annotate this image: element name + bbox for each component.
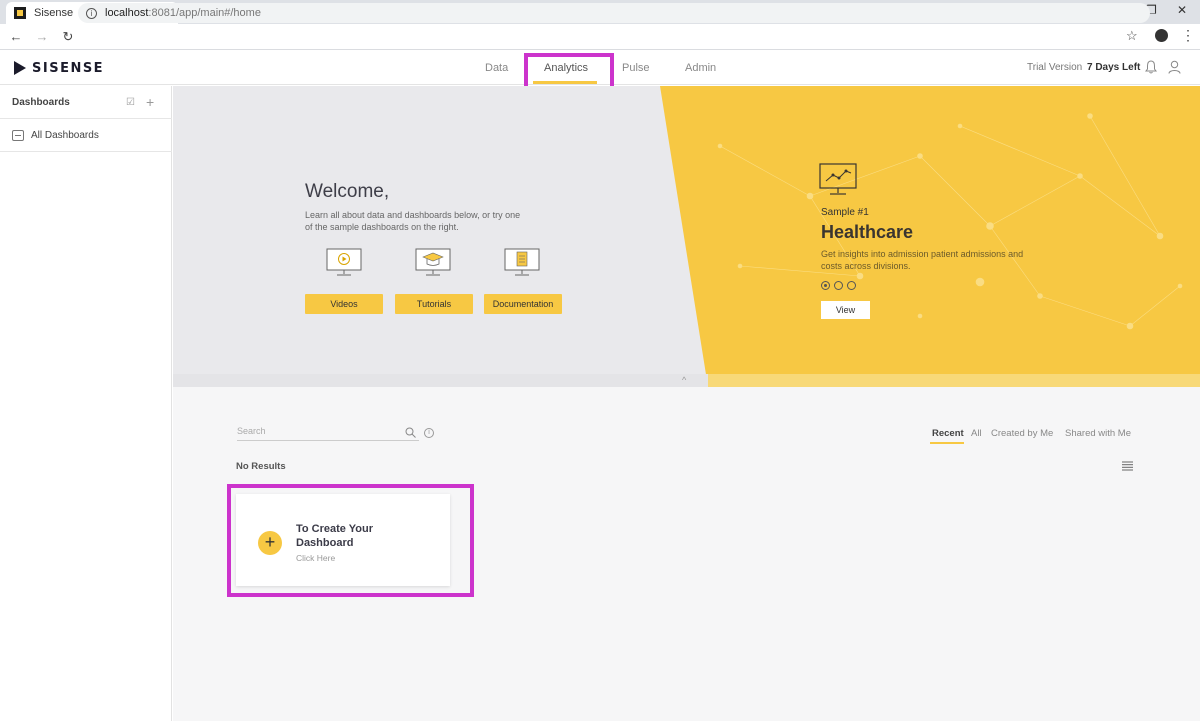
info-icon[interactable]: i xyxy=(424,428,434,438)
tutorials-button[interactable]: Tutorials xyxy=(395,294,473,314)
sample-description: Get insights into admission patient admi… xyxy=(821,249,1024,271)
welcome-title: Welcome, xyxy=(305,181,390,202)
graduation-cap-icon xyxy=(415,248,451,276)
sidebar-item-all-dashboards[interactable]: All Dashboards xyxy=(12,130,99,141)
sample-title: Healthcare xyxy=(821,222,914,242)
search-field[interactable] xyxy=(237,426,419,441)
chart-monitor-icon xyxy=(819,163,857,195)
url-host: localhost xyxy=(105,7,149,19)
nav-tab-admin[interactable]: Admin xyxy=(685,62,716,74)
profile-icon[interactable] xyxy=(1155,29,1168,42)
sisense-logo-icon xyxy=(14,60,29,76)
nav-tab-data[interactable]: Data xyxy=(485,62,508,74)
active-filter-indicator xyxy=(930,442,964,444)
chevron-up-icon[interactable]: ^ xyxy=(682,375,686,385)
reload-icon[interactable]: ↻ xyxy=(58,29,78,45)
url-field[interactable]: i localhost:8081/app/main#/home xyxy=(78,3,1150,23)
back-icon[interactable]: ← xyxy=(6,29,26,44)
sample-number: Sample #1 xyxy=(821,207,869,218)
forward-icon[interactable]: → xyxy=(32,29,52,44)
carousel-dot-3[interactable] xyxy=(847,281,856,290)
create-card-highlight-box xyxy=(227,484,474,597)
documentation-button[interactable]: Documentation xyxy=(484,294,562,314)
sidebar-divider xyxy=(0,118,172,119)
nav-tab-pulse[interactable]: Pulse xyxy=(622,62,650,74)
filter-all[interactable]: All xyxy=(971,428,982,439)
sisense-favicon-icon xyxy=(14,7,26,19)
add-dashboard-icon[interactable]: + xyxy=(146,94,154,110)
video-monitor-icon xyxy=(326,248,362,276)
view-sample-button[interactable]: View xyxy=(821,301,870,319)
bell-icon[interactable] xyxy=(1145,60,1157,74)
select-dashboards-icon[interactable]: ☑ xyxy=(126,97,135,108)
filter-shared-with-me[interactable]: Shared with Me xyxy=(1065,428,1131,439)
url-path: :8081/app/main#/home xyxy=(148,7,261,19)
sidebar-title: Dashboards xyxy=(12,97,70,108)
document-icon xyxy=(504,248,540,276)
sample-panel xyxy=(660,86,1200,387)
sidebar-divider xyxy=(0,151,172,152)
close-window-icon[interactable]: ✕ xyxy=(1177,3,1187,17)
videos-button[interactable]: Videos xyxy=(305,294,383,314)
no-results-label: No Results xyxy=(236,461,286,472)
sisense-logo[interactable]: SISENSE xyxy=(14,60,104,76)
sidebar xyxy=(0,86,172,721)
site-info-icon[interactable]: i xyxy=(86,7,97,19)
user-icon[interactable] xyxy=(1168,60,1181,74)
filter-recent[interactable]: Recent xyxy=(932,428,964,439)
search-input[interactable] xyxy=(237,426,387,436)
carousel-dot-2[interactable] xyxy=(834,281,843,290)
dashboard-folder-icon xyxy=(12,130,24,141)
carousel-dots xyxy=(821,281,860,290)
hero-collapse-bar[interactable] xyxy=(173,374,708,387)
logo-wordmark: SISENSE xyxy=(32,60,105,76)
hero-collapse-bar-yellow xyxy=(708,374,1200,387)
address-bar: ← → ↻ xyxy=(0,24,1200,50)
network-pattern-icon xyxy=(717,113,1183,330)
list-view-icon[interactable] xyxy=(1122,461,1133,471)
welcome-subtitle: Learn all about data and dashboards belo… xyxy=(305,210,521,232)
days-left-label: 7 Days Left xyxy=(1087,62,1141,73)
filter-created-by-me[interactable]: Created by Me xyxy=(991,428,1053,439)
sidebar-item-label: All Dashboards xyxy=(31,130,99,141)
trial-version-label: Trial Version xyxy=(1027,62,1083,73)
browser-menu-icon[interactable]: ⋮ xyxy=(1181,27,1195,43)
carousel-dot-1[interactable] xyxy=(821,281,830,290)
search-icon[interactable] xyxy=(405,427,416,438)
bookmark-star-icon[interactable]: ☆ xyxy=(1126,28,1138,44)
